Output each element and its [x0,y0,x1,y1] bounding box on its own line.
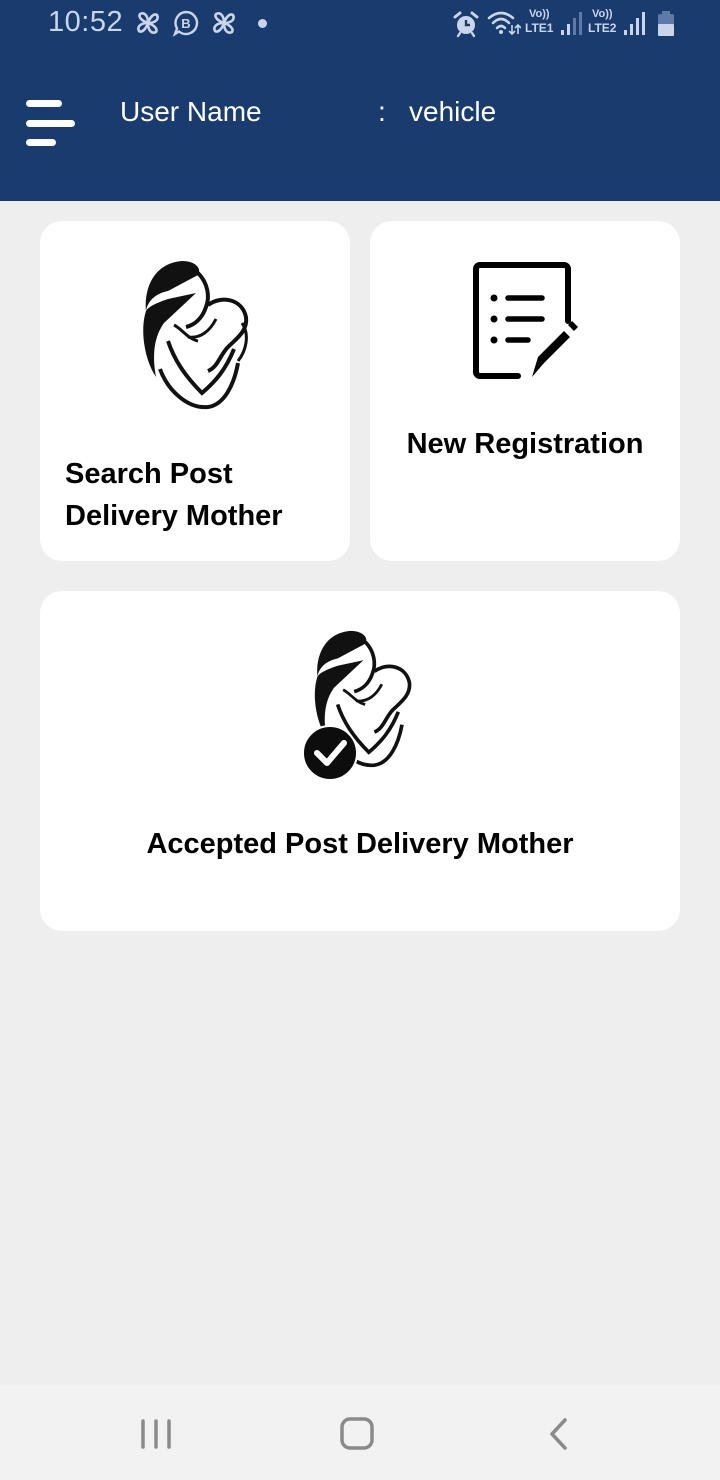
notification-dot-icon [258,19,267,28]
pinwheel-icon [213,12,235,34]
user-name-value: vehicle [409,96,497,127]
accepted-post-delivery-mother-card[interactable]: Accepted Post Delivery Mother [40,591,680,931]
system-nav-bar [0,1385,720,1480]
pinwheel-icon [137,12,159,34]
battery-icon [658,11,674,36]
recents-button[interactable] [116,1405,196,1461]
wifi-icon [487,11,521,36]
registration-form-icon [472,261,578,386]
new-registration-card[interactable]: New Registration [370,221,680,561]
user-name-label: User Name [120,96,262,127]
search-card-title: Search Post Delivery Mother [65,458,283,532]
volte-lte2-signal-icon: Vo)) LTE2 [588,8,650,38]
mother-baby-check-icon [302,629,418,788]
new-registration-title: New Registration [406,428,644,460]
home-icon [340,1417,374,1450]
alarm-icon [453,11,479,38]
status-bar: 10:52 B Vo)) LTE1 Vo)) LTE2 [0,0,720,48]
separator: : [378,96,386,127]
home-button[interactable] [317,1405,397,1461]
accepted-card-title: Accepted Post Delivery Mother [146,828,574,860]
volte-lte1-signal-icon: Vo)) LTE1 [525,8,585,38]
app-header: 10:52 B Vo)) LTE1 Vo)) LTE2 User Name: … [0,0,720,201]
back-icon [550,1418,567,1450]
mother-baby-icon [138,259,254,418]
recents-icon [141,1419,171,1449]
back-button[interactable] [519,1405,599,1461]
status-time: 10:52 [48,6,124,38]
hamburger-menu-icon[interactable] [22,96,82,152]
business-chat-icon: B [172,10,199,37]
svg-text:B: B [181,16,190,31]
search-post-delivery-mother-card[interactable]: Search Post Delivery Mother [40,221,350,561]
